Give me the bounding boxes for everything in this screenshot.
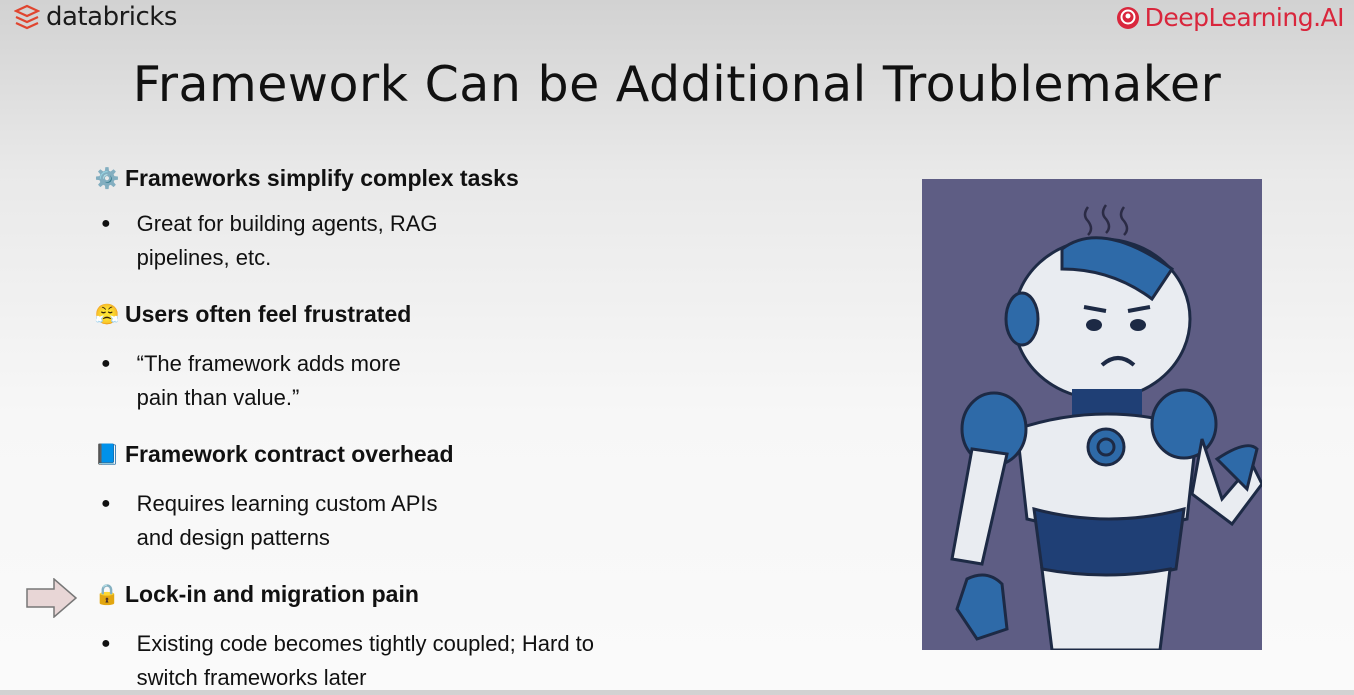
section-heading: Frameworks simplify complex tasks (125, 165, 519, 191)
databricks-logo: databricks (14, 2, 177, 32)
section-frameworks-simplify: ⚙️ Frameworks simplify complex tasks ● Gre… (94, 165, 519, 270)
gear-icon: ⚙️ (94, 168, 120, 190)
slide-title: Framework Can be Additional Troublemaker (132, 56, 1222, 113)
bullet-text: “The framework adds more pain than value… (136, 351, 401, 410)
section-heading: Users often feel frustrated (125, 301, 412, 327)
bullet-text: Existing code becomes tightly coupled; H… (136, 631, 595, 690)
databricks-logo-text: databricks (46, 2, 177, 32)
pointer-arrow-icon (26, 578, 78, 618)
book-icon: 📘 (94, 444, 120, 466)
deeplearning-logo-icon (1116, 6, 1139, 29)
section-heading: Lock-in and migration pain (125, 581, 419, 607)
lock-icon: 🔒 (94, 584, 120, 606)
frustrated-face-icon: 😤 (94, 304, 120, 326)
section-lock-in: 🔒 Lock-in and migration pain ● Existing co… (94, 581, 594, 690)
deeplearning-logo-text: DeepLearning.AI (1144, 3, 1345, 32)
databricks-logo-icon (14, 4, 40, 30)
section-users-frustrated: 😤 Users often feel frustrated ● “The frame… (94, 301, 412, 410)
bullet-text: Requires learning custom APIs and design… (136, 491, 438, 550)
deeplearning-logo: DeepLearning.AI (1115, 3, 1345, 32)
section-contract-overhead: 📘 Framework contract overhead ● Requires l… (94, 441, 454, 550)
section-heading: Framework contract overhead (125, 441, 454, 467)
bullet-text: Great for building agents, RAG pipelines… (136, 211, 438, 270)
sad-robot-illustration (922, 179, 1264, 652)
